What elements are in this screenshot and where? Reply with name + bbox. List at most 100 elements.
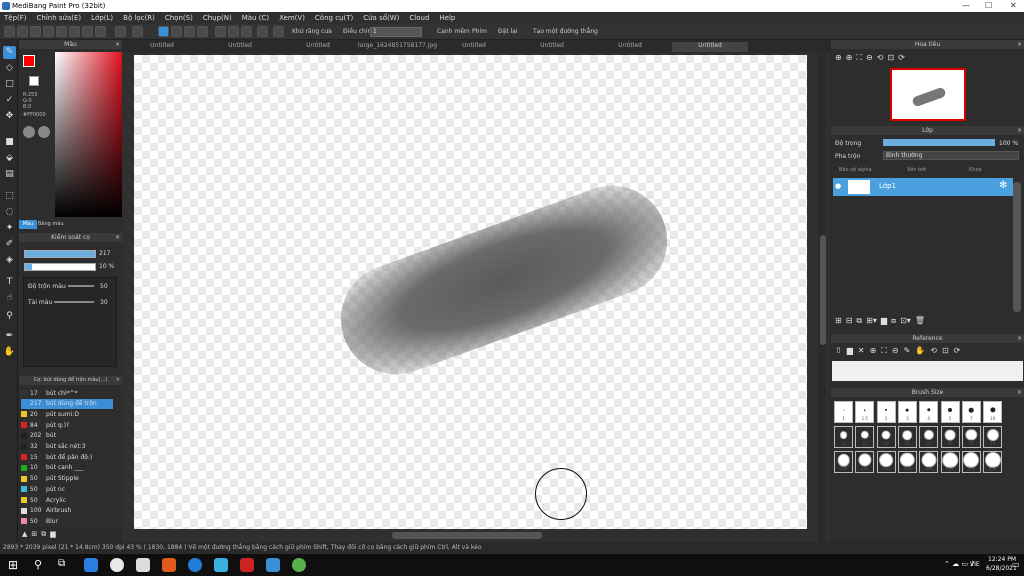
snap-vanish-icon[interactable] — [197, 26, 208, 37]
hand-tool-icon[interactable]: ✋ — [3, 346, 16, 359]
task-view-icon[interactable]: ⧉ — [58, 558, 65, 569]
medibang-taskbar-icon[interactable] — [266, 558, 280, 572]
app-icon[interactable] — [292, 558, 306, 572]
fit-icon[interactable]: ⛶ — [856, 53, 862, 63]
snap-parallel-icon[interactable] — [171, 26, 182, 37]
document-tab[interactable]: large_1624851758177.jpg — [358, 42, 437, 52]
layer-blend-select[interactable]: Bình thường — [883, 151, 1019, 160]
brush-size-preset[interactable]: 20 — [876, 426, 896, 448]
document-tab-active[interactable]: Untitled — [672, 42, 748, 52]
brush-size-preset[interactable]: 50 — [961, 426, 981, 448]
panel-close-icon[interactable]: ✕ — [1017, 388, 1022, 397]
undo-icon[interactable] — [115, 26, 126, 37]
snap-cross-icon[interactable] — [184, 26, 195, 37]
brush-list-item[interactable]: 20 pút sumi:D — [21, 409, 113, 419]
brush-size-preset[interactable]: 400 — [940, 451, 960, 473]
brush-list-item[interactable]: 100 Airbrush — [21, 506, 113, 516]
snap-settings-icon[interactable] — [273, 26, 284, 37]
brush-size-preset[interactable]: 25 — [897, 426, 917, 448]
eye-icon[interactable]: ● — [835, 182, 841, 190]
reference-close-icon[interactable]: ✕ — [858, 346, 865, 356]
rotate-right-icon[interactable]: ⟳ — [898, 53, 905, 63]
panel-close-icon[interactable]: ✕ — [1017, 126, 1022, 135]
new-layer-icon[interactable]: ⊞ — [835, 316, 842, 326]
menu-cloud[interactable]: Cloud — [409, 14, 429, 22]
eraser-tool-icon[interactable]: ◇ — [3, 62, 16, 75]
bucket-tool-icon[interactable]: ⬙ — [3, 152, 16, 165]
snap-off-icon[interactable] — [158, 26, 169, 37]
brush-list-item[interactable]: 10 bút cạnh ___ — [21, 463, 113, 473]
sub-color-swatch[interactable] — [29, 76, 39, 86]
dot-tool-icon[interactable]: □ — [3, 78, 16, 91]
reference-view[interactable] — [832, 361, 1023, 381]
brush-up-icon[interactable]: ▲ — [22, 530, 27, 539]
magic-wand-icon[interactable]: ✦ — [3, 222, 16, 235]
menu-help[interactable]: Help — [439, 14, 455, 22]
store-icon[interactable] — [136, 558, 150, 572]
zoom-in-icon[interactable]: ⊕ — [846, 53, 853, 63]
brush-list-item[interactable]: 202 bút — [21, 431, 113, 441]
main-color-swatch[interactable] — [23, 55, 35, 67]
document-tab[interactable]: Untitled — [124, 42, 200, 52]
layer-menu-icon[interactable]: ⊞▾ — [866, 316, 877, 326]
maximize-icon[interactable]: ☐ — [985, 1, 992, 10]
brush-size-preset[interactable]: 100 — [834, 451, 853, 473]
document-tab[interactable]: Untitled — [280, 42, 356, 52]
transform-icon[interactable] — [95, 26, 106, 37]
brush-size-preset[interactable]: 250 — [897, 451, 917, 473]
save-icon[interactable] — [30, 26, 41, 37]
brush-size-preset[interactable]: 15 — [855, 426, 875, 448]
brush-size-preset[interactable]: 200 — [876, 451, 896, 473]
select-tool-icon[interactable]: ⬚ — [3, 190, 16, 203]
wheel-icon[interactable] — [38, 126, 50, 138]
snap-curve-icon[interactable] — [241, 26, 252, 37]
brush-folder-icon[interactable]: ▆ — [50, 530, 55, 539]
lasso-tool-icon[interactable]: ◌ — [3, 206, 16, 219]
layer-row[interactable]: ● Lớp1 ✻ — [833, 178, 1013, 196]
brush-add-icon[interactable]: ⊞ — [31, 530, 37, 539]
reset-view-icon[interactable]: ⊡ — [887, 53, 894, 63]
menu-snap[interactable]: Chụp(N) — [203, 14, 232, 22]
pen-tool-icon[interactable]: ✒ — [3, 330, 16, 343]
zoom-out-icon[interactable]: ⊖ — [866, 53, 873, 63]
office-icon[interactable] — [162, 558, 176, 572]
brush-list-item[interactable]: 217 bút dùng để trộn — [21, 398, 113, 409]
brush-list-item[interactable]: 50 Acrylic — [21, 495, 113, 505]
app-icon[interactable] — [240, 558, 254, 572]
reference-open-icon[interactable]: ▆ — [847, 346, 853, 356]
layer-settings-icon[interactable]: ✻ — [999, 180, 1007, 191]
brush-size-preset[interactable]: 1 — [834, 401, 853, 423]
protect-alpha-checkbox[interactable]: Bảo vệ alpha — [839, 167, 872, 173]
document-tab[interactable]: Untitled — [202, 42, 278, 52]
operation-tool-icon[interactable]: ☝ — [3, 292, 16, 305]
brush-size-preset[interactable]: 30 — [919, 426, 939, 448]
menu-layer[interactable]: Lớp(L) — [91, 14, 113, 22]
clipping-checkbox[interactable]: Xén bớt — [907, 167, 926, 173]
menu-file[interactable]: Tệp(F) — [4, 14, 27, 22]
zoom-in-icon[interactable]: ⊕ — [835, 53, 842, 63]
share-icon[interactable] — [56, 26, 67, 37]
brush-list-item[interactable]: 17 bút chì*^* — [21, 388, 113, 398]
correction-select[interactable]: 1 — [370, 27, 422, 37]
reload-slider[interactable] — [54, 301, 94, 303]
tab-color[interactable]: Màu — [19, 220, 37, 229]
brush-size-preset[interactable]: 2 — [876, 401, 896, 423]
rotate-left-icon[interactable]: ⟲ — [930, 346, 937, 356]
brush-size-preset[interactable]: 10 — [983, 401, 1003, 423]
folder-icon[interactable]: ▆ — [881, 316, 887, 326]
brush-list-item[interactable]: 32 bút sắc nét:3 — [21, 442, 113, 452]
create-line-button[interactable]: Tạo một đường thẳng — [533, 28, 598, 35]
brush-size-preset[interactable]: 4 — [919, 401, 939, 423]
palette-icon[interactable] — [23, 126, 35, 138]
document-tab[interactable]: Untitled — [592, 42, 668, 52]
vertical-scroll-thumb[interactable] — [820, 235, 826, 345]
brush-list-item[interactable]: 50 pút nc — [21, 484, 113, 494]
rotate-right-icon[interactable]: ⟳ — [954, 346, 961, 356]
brush-list-item[interactable]: 50 pút Stipple — [21, 474, 113, 484]
brush-size-preset[interactable]: 1.5 — [855, 401, 875, 423]
fit-icon[interactable]: ⛶ — [881, 346, 887, 356]
brush-tool-icon[interactable]: ✎ — [3, 46, 16, 59]
select-pen-icon[interactable]: ✐ — [3, 238, 16, 251]
edge-pen-checkbox[interactable]: Cạnh mềm — [437, 28, 470, 35]
shape-fill-icon[interactable]: ■ — [3, 136, 16, 149]
